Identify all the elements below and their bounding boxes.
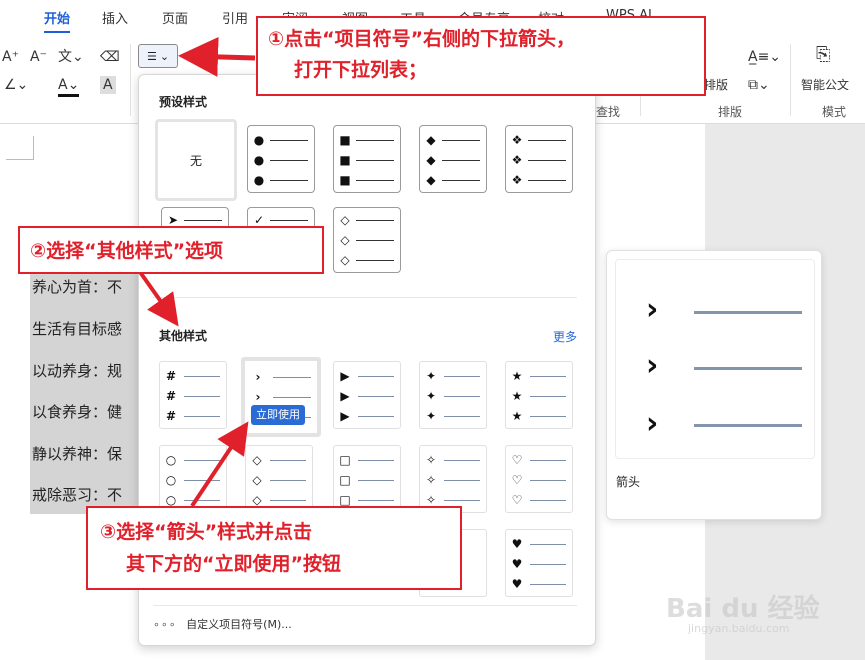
baidu-watermark: Bai du 经验 — [666, 594, 820, 624]
annotation-step2-text: ②选择“其他样式”选项 — [30, 240, 224, 262]
annotation-step1-line2: 打开下拉列表； — [294, 59, 428, 81]
baidu-watermark-url: jingyan.baidu.com — [688, 622, 790, 635]
annotation-step1: ①点击“项目符号”右侧的下拉箭头， 打开下拉列表； — [256, 16, 706, 96]
annotation-step3-line1: ③选择“箭头”样式并点击 — [100, 521, 313, 543]
annotation-step1-line1: ①点击“项目符号”右侧的下拉箭头， — [268, 28, 576, 50]
annotation-step3: ③选择“箭头”样式并点击 其下方的“立即使用”按钮 — [86, 506, 462, 590]
annotation-step2: ②选择“其他样式”选项 — [18, 226, 324, 274]
annotation-step3-line2: 其下方的“立即使用”按钮 — [126, 553, 341, 575]
